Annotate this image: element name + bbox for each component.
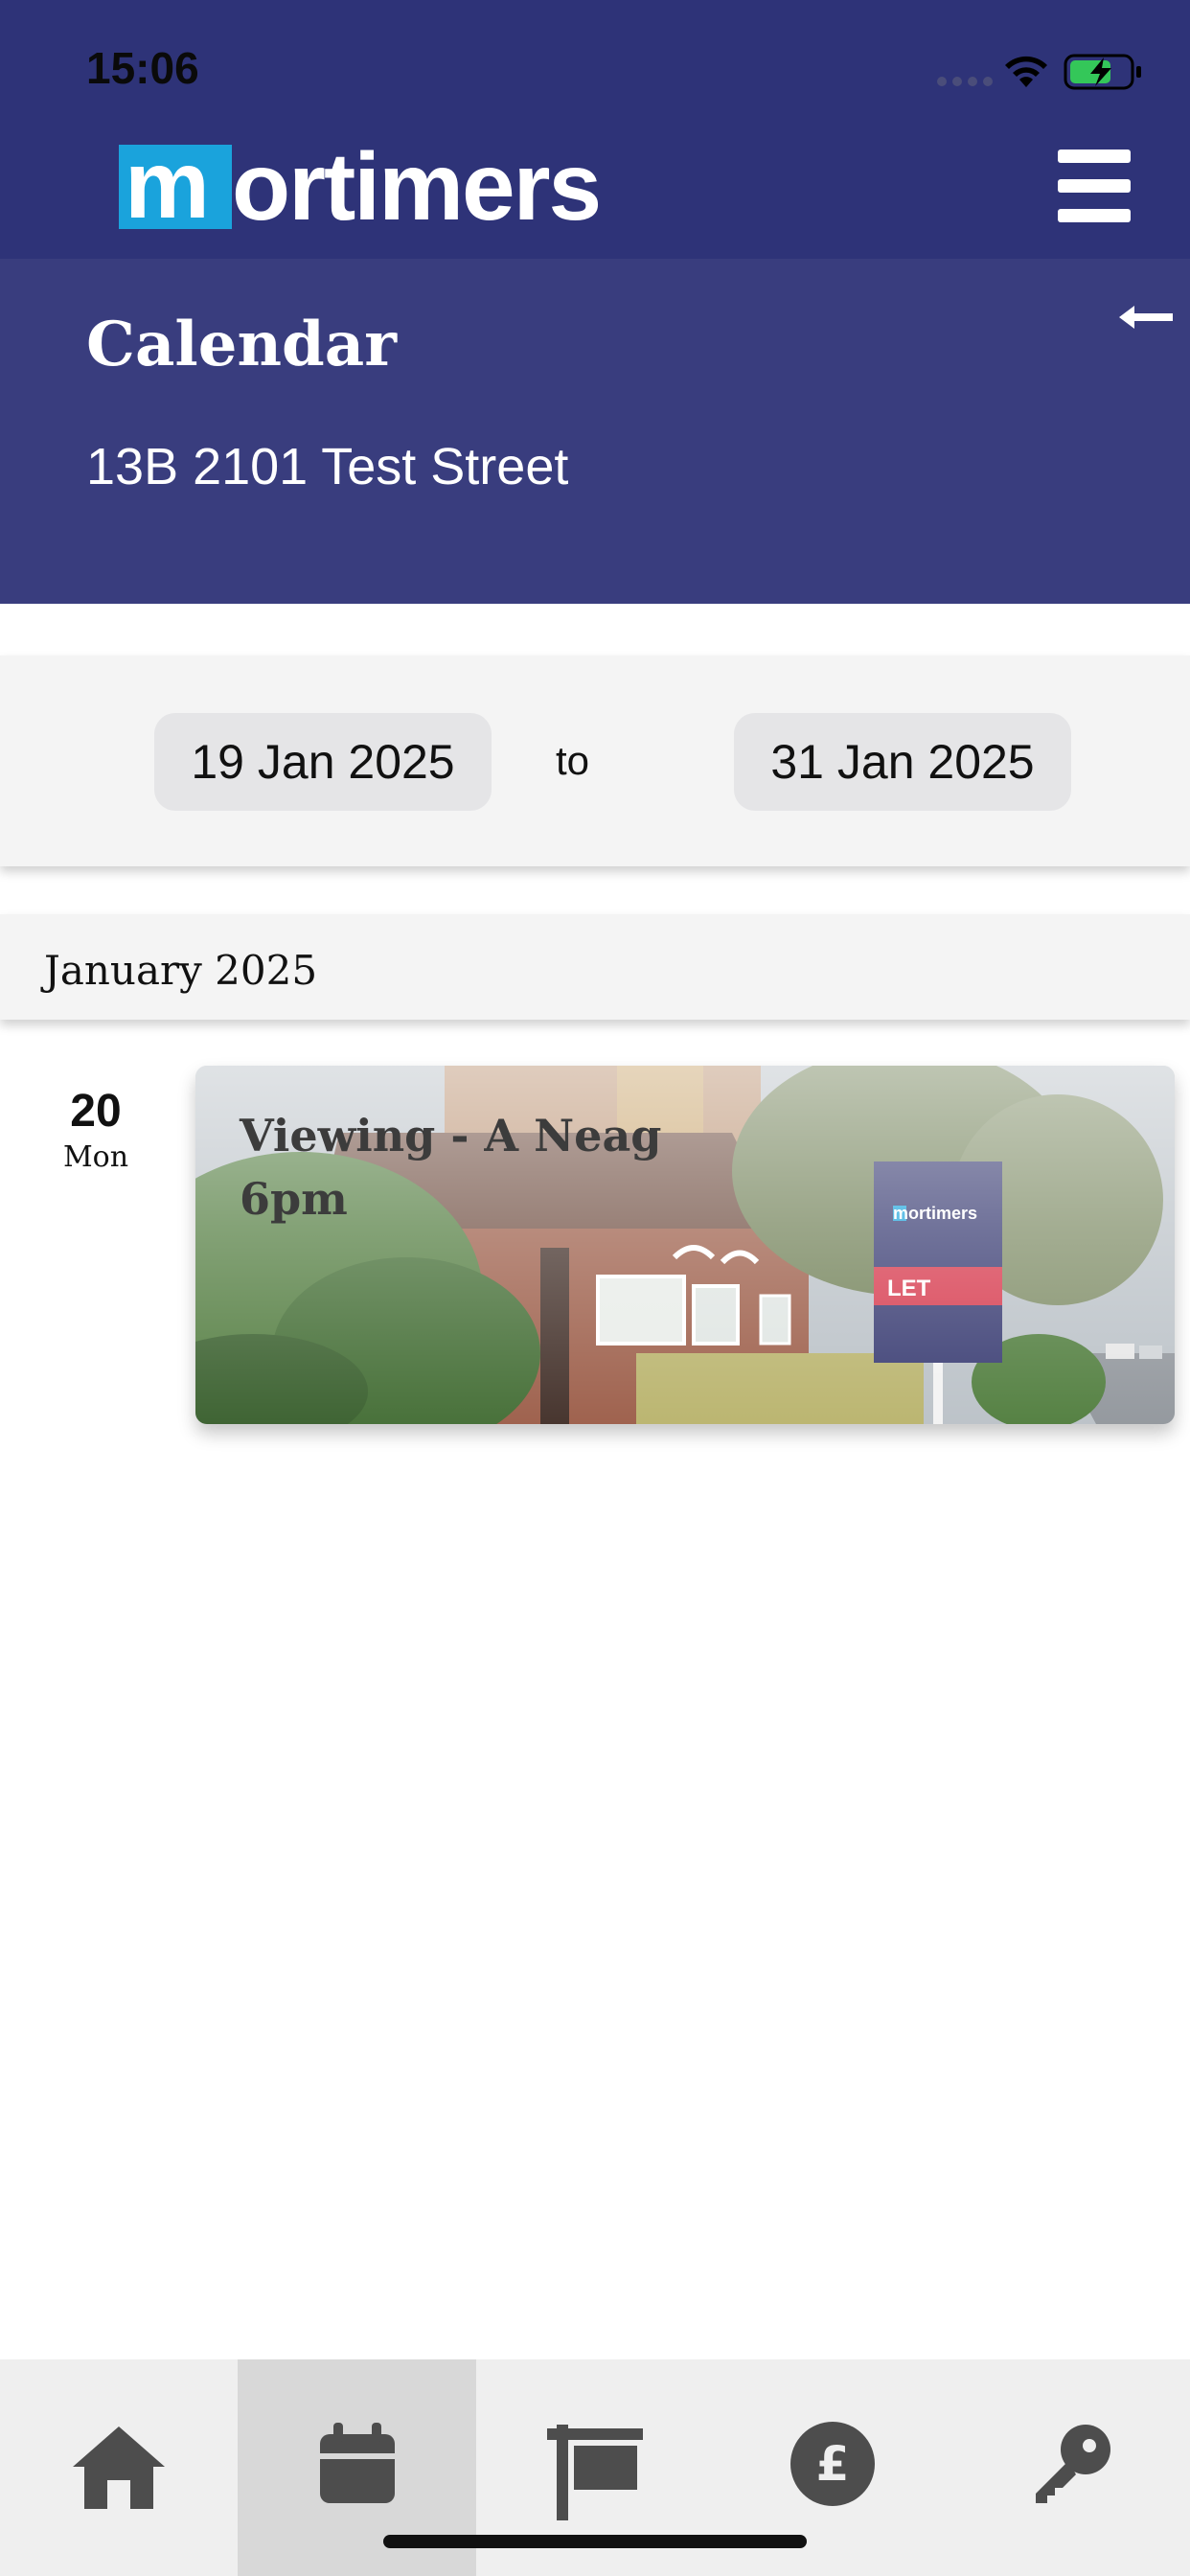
calendar-icon <box>319 2423 395 2503</box>
status-time: 15:06 <box>86 43 199 93</box>
nav-home[interactable] <box>0 2359 238 2576</box>
month-label: January 2025 <box>44 947 318 994</box>
property-address: 13B 2101 Test Street <box>86 438 569 495</box>
logo-highlight: m <box>119 145 232 229</box>
cellular-signal-icon <box>937 77 993 86</box>
date-range-separator: to <box>556 738 590 783</box>
event-title: Viewing - A Neag <box>240 1110 662 1162</box>
logo-text: ortimers <box>232 133 602 241</box>
back-arrow-icon[interactable] <box>1117 303 1175 332</box>
start-date-picker[interactable]: 19 Jan 2025 <box>154 713 492 811</box>
pound-icon: £ <box>790 2422 876 2506</box>
battery-charging-icon <box>1064 54 1141 90</box>
menu-icon <box>1058 150 1131 163</box>
app-bar: 15:06 m ortimers <box>0 0 1190 259</box>
page-title: Calendar <box>86 309 397 380</box>
event-day-number: 20 <box>70 1086 122 1137</box>
sign-board-icon <box>547 2425 644 2520</box>
mortimers-logo[interactable]: m ortimers <box>119 133 602 241</box>
wifi-icon <box>1005 56 1047 87</box>
event-time: 6pm <box>240 1173 348 1225</box>
end-date-picker[interactable]: 31 Jan 2025 <box>734 713 1071 811</box>
menu-button[interactable] <box>1058 150 1131 222</box>
event-card[interactable]: mortimers LET Viewing - A Neag 6pm <box>195 1066 1175 1424</box>
nav-keys[interactable] <box>952 2359 1190 2576</box>
key-icon <box>1035 2425 1110 2503</box>
home-indicator[interactable] <box>383 2535 807 2548</box>
month-header: January 2025 <box>0 914 1190 1020</box>
event-day-name: Mon <box>62 1140 129 1174</box>
svg-text:£: £ <box>816 2436 850 2492</box>
date-range-bar: 19 Jan 2025 to 31 Jan 2025 <box>0 656 1190 866</box>
home-icon <box>73 2426 166 2509</box>
